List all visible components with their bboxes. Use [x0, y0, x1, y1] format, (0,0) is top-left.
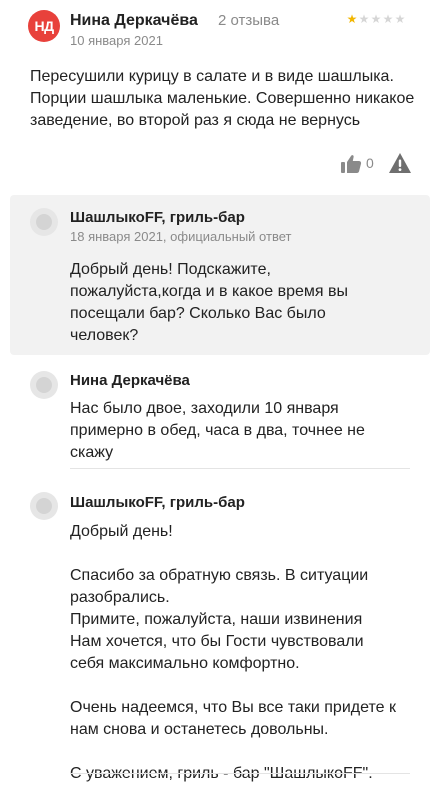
reply-author[interactable]: ШашлыкоFF, гриль-бар: [70, 209, 245, 226]
official-reply: ШашлыкоFF, гриль-бар 18 января 2021, офи…: [10, 195, 430, 355]
star-empty-icon: ★: [358, 12, 370, 26]
review-text: Пересушили курицу в салате и в виде шашл…: [30, 68, 415, 129]
reply-meta: 18 января 2021, официальный ответ: [70, 229, 292, 244]
rating-stars: ★★★★★: [346, 12, 406, 26]
star-empty-icon: ★: [382, 12, 394, 26]
like-button[interactable]: 0: [340, 152, 382, 176]
comment-author[interactable]: Нина Деркачёва: [70, 372, 190, 389]
star-empty-icon: ★: [370, 12, 382, 26]
divider: [70, 773, 410, 774]
comment-text: Добрый день! Спасибо за обратную связь. …: [70, 523, 396, 782]
thumbs-up-icon: [341, 155, 362, 173]
report-button[interactable]: [388, 152, 412, 176]
divider: [70, 468, 410, 469]
user-placeholder-icon: [30, 208, 58, 236]
user-placeholder-icon: [30, 492, 58, 520]
user-placeholder-icon: [30, 371, 58, 399]
reply-text: Добрый день! Подскажите, пожалуйста,когд…: [70, 261, 349, 344]
author-name[interactable]: Нина Деркачёва: [70, 12, 198, 30]
star-filled-icon: ★: [346, 12, 358, 26]
author-avatar[interactable]: НД: [28, 10, 60, 42]
comment-author[interactable]: ШашлыкоFF, гриль-бар: [70, 494, 245, 511]
star-empty-icon: ★: [394, 12, 406, 26]
author-reviews-count: 2 отзыва: [218, 12, 280, 29]
review-date: 10 января 2021: [70, 33, 163, 48]
comment-text: Нас было двое, заходили 10 января пример…: [70, 400, 365, 461]
like-count: 0: [366, 155, 374, 171]
warning-icon: [389, 153, 411, 173]
